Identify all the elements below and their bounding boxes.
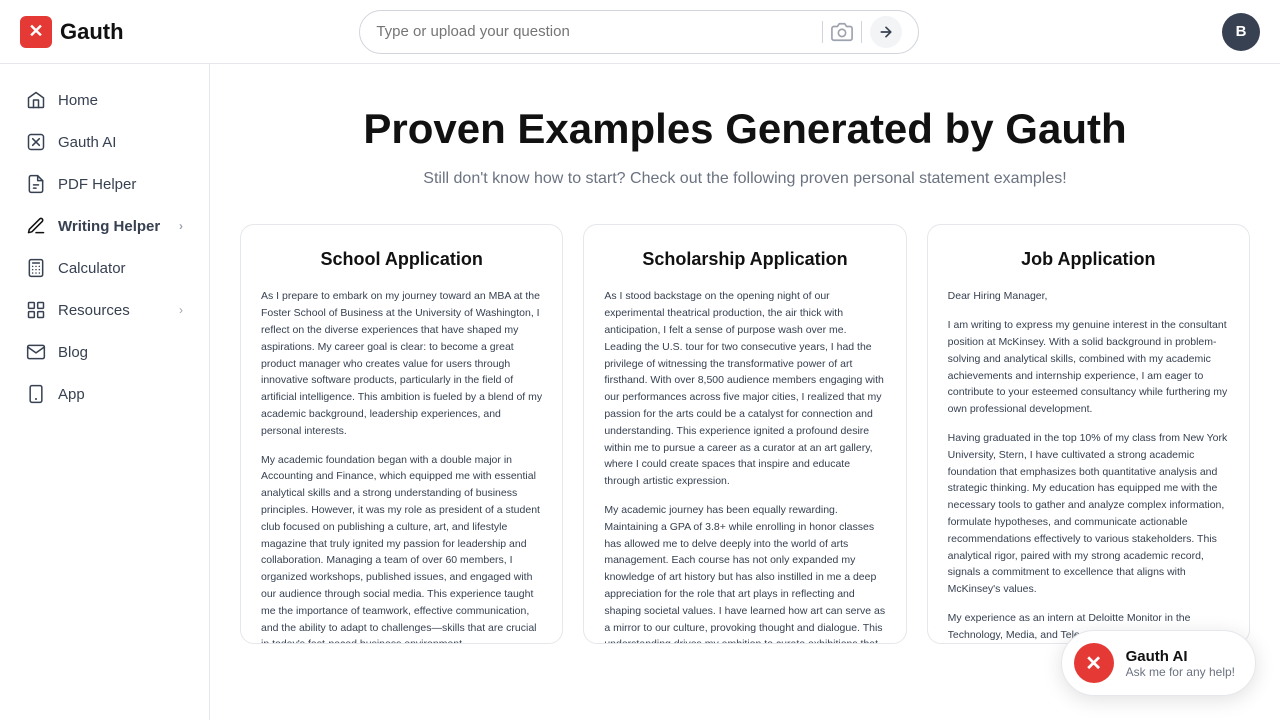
writing-icon [26,216,46,236]
logo-area: ✕ Gauth [20,16,200,48]
sidebar-item-calculator-label: Calculator [58,260,126,277]
sidebar-item-app[interactable]: App [6,374,203,414]
search-bar[interactable] [359,10,919,54]
sidebar-item-home[interactable]: Home [6,80,203,120]
logo-text: Gauth [60,19,124,45]
card-scholarship-text: As I stood backstage on the opening nigh… [604,288,885,644]
sidebar-item-gauth-ai-label: Gauth AI [58,134,116,151]
card-school-title: School Application [261,249,542,270]
sidebar-item-pdf-helper[interactable]: PDF Helper [6,164,203,204]
gauth-bubble-subtitle: Ask me for any help! [1126,665,1235,679]
gauth-bubble-title: Gauth AI [1126,648,1235,665]
card-scholarship-title: Scholarship Application [604,249,885,270]
topnav: ✕ Gauth B [0,0,1280,64]
search-input[interactable] [376,23,814,40]
calculator-icon [26,258,46,278]
card-scholarship-application: Scholarship Application As I stood backs… [583,224,906,644]
card-job-text: Dear Hiring Manager, I am writing to exp… [948,288,1229,644]
sidebar-item-home-label: Home [58,92,98,109]
sidebar: Home Gauth AI PDF Helper [0,64,210,720]
camera-icon[interactable] [831,21,853,43]
gauth-bubble-icon: ✕ [1074,643,1114,683]
home-icon [26,90,46,110]
sidebar-item-pdf-helper-label: PDF Helper [58,176,136,193]
card-school-para-1: As I prepare to embark on my journey tow… [261,288,542,439]
card-school-text: As I prepare to embark on my journey tow… [261,288,542,644]
card-job-application: Job Application Dear Hiring Manager, I a… [927,224,1250,644]
resources-chevron-icon: › [179,303,183,317]
page-subheading: Still don't know how to start? Check out… [240,170,1250,188]
gauth-ai-icon [26,132,46,152]
sidebar-item-calculator[interactable]: Calculator [6,248,203,288]
sidebar-item-writing-helper[interactable]: Writing Helper › [6,206,203,246]
search-divider-2 [861,21,862,43]
card-job-para-3: Having graduated in the top 10% of my cl… [948,430,1229,598]
main-content: Proven Examples Generated by Gauth Still… [210,64,1280,720]
resources-icon [26,300,46,320]
page-heading: Proven Examples Generated by Gauth [240,104,1250,154]
card-school-application: School Application As I prepare to embar… [240,224,563,644]
sidebar-item-gauth-ai[interactable]: Gauth AI [6,122,203,162]
sidebar-item-resources-label: Resources [58,302,130,319]
card-job-para-1: Dear Hiring Manager, [948,288,1229,305]
search-divider [822,21,823,43]
search-submit-button[interactable] [870,16,902,48]
card-school-para-2: My academic foundation began with a doub… [261,452,542,645]
sidebar-item-writing-helper-label: Writing Helper [58,218,160,235]
writing-helper-chevron-icon: › [179,219,183,233]
user-avatar[interactable]: B [1222,13,1260,51]
app-icon [26,384,46,404]
main-layout: Home Gauth AI PDF Helper [0,64,1280,720]
card-job-title: Job Application [948,249,1229,270]
pdf-icon [26,174,46,194]
card-scholarship-para-2: My academic journey has been equally rew… [604,502,885,644]
card-scholarship-para-1: As I stood backstage on the opening nigh… [604,288,885,490]
gauth-logo-icon: ✕ [20,16,52,48]
cards-grid: School Application As I prepare to embar… [240,224,1250,644]
sidebar-item-app-label: App [58,386,85,403]
sidebar-item-blog[interactable]: Blog [6,332,203,372]
sidebar-item-blog-label: Blog [58,344,88,361]
blog-icon [26,342,46,362]
gauth-ai-bubble[interactable]: ✕ Gauth AI Ask me for any help! [1061,630,1256,696]
gauth-bubble-text: Gauth AI Ask me for any help! [1126,648,1235,679]
card-job-para-2: I am writing to express my genuine inter… [948,317,1229,418]
sidebar-item-resources[interactable]: Resources › [6,290,203,330]
